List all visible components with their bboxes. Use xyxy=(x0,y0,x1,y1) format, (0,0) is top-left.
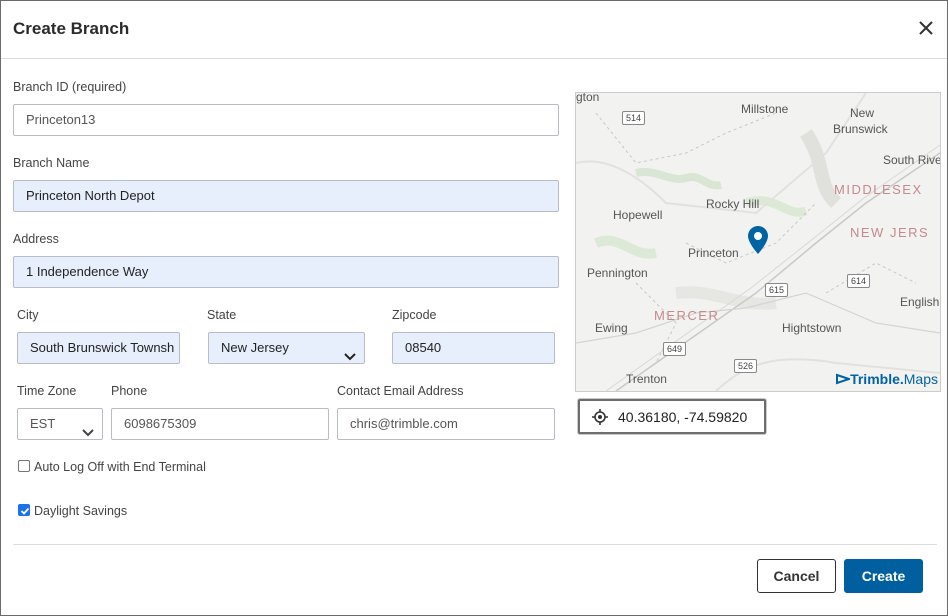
city-input[interactable]: South Brunswick Townsh xyxy=(17,332,180,364)
auto-log-off-label: Auto Log Off with End Terminal xyxy=(34,460,206,474)
map-label-millstone: Millstone xyxy=(741,102,789,116)
state-select[interactable]: New Jersey xyxy=(208,332,365,364)
map-label-english: English xyxy=(900,295,940,309)
cancel-button[interactable]: Cancel xyxy=(757,559,836,593)
branch-name-label: Branch Name xyxy=(13,156,90,170)
coordinates-value: 40.36180, -74.59820 xyxy=(618,409,748,425)
map-label-new-jersey: NEW JERS xyxy=(850,225,930,240)
trimble-maps-logo: Trimble.Maps xyxy=(836,371,938,387)
map-label-princeton: Princeton xyxy=(688,246,739,260)
map-label-hightstown: Hightstown xyxy=(782,321,842,335)
time-zone-select[interactable]: EST xyxy=(17,408,103,440)
city-label: City xyxy=(17,308,39,322)
dialog-header: Create Branch xyxy=(1,1,947,59)
email-label: Contact Email Address xyxy=(337,384,464,398)
state-select-value: New Jersey xyxy=(221,340,289,355)
address-label: Address xyxy=(13,232,59,246)
branch-name-input[interactable]: Princeton North Depot xyxy=(13,180,559,212)
branch-id-input[interactable]: Princeton13 xyxy=(13,104,559,136)
phone-label: Phone xyxy=(111,384,148,398)
map-label-mercer: MERCER xyxy=(654,308,720,323)
route-shield-514: 514 xyxy=(622,111,646,125)
create-branch-dialog: Create Branch Branch ID (required) Princ… xyxy=(0,0,948,616)
dialog-title: Create Branch xyxy=(13,19,130,38)
zipcode-label: Zipcode xyxy=(392,308,437,322)
chevron-down-icon xyxy=(82,419,94,437)
route-shield-526: 526 xyxy=(734,359,758,373)
map-label-gton: gton xyxy=(576,92,600,104)
map-label-south-river: South River xyxy=(883,153,941,167)
create-button[interactable]: Create xyxy=(844,559,923,593)
map-label-pennington: Pennington xyxy=(587,266,648,280)
location-pin-icon[interactable] xyxy=(748,226,768,257)
check-icon xyxy=(20,507,30,515)
map-label-trenton: Trenton xyxy=(626,372,667,386)
chevron-down-icon xyxy=(344,343,356,361)
route-shield-649: 649 xyxy=(663,342,687,356)
footer-divider xyxy=(13,544,937,545)
map-view[interactable]: gton Millstone New Brunswick South River… xyxy=(575,92,941,392)
phone-input[interactable]: 6098675309 xyxy=(111,408,329,440)
state-label: State xyxy=(207,308,237,322)
map-label-brunswick: Brunswick xyxy=(833,122,888,136)
time-zone-select-value: EST xyxy=(30,416,56,431)
branch-id-label: Branch ID (required) xyxy=(13,80,127,94)
coordinates-field[interactable]: 40.36180, -74.59820 xyxy=(578,399,766,434)
email-input[interactable]: chris@trimble.com xyxy=(337,408,555,440)
daylight-savings-checkbox[interactable] xyxy=(18,504,30,516)
time-zone-label: Time Zone xyxy=(17,384,77,398)
map-label-hopewell: Hopewell xyxy=(613,208,663,222)
locate-target-icon[interactable] xyxy=(592,409,608,428)
auto-log-off-checkbox[interactable] xyxy=(18,460,30,472)
close-icon[interactable] xyxy=(915,17,937,39)
route-shield-614: 614 xyxy=(847,274,871,288)
map-label-rocky-hill: Rocky Hill xyxy=(706,197,760,211)
address-input[interactable]: 1 Independence Way xyxy=(13,256,559,288)
daylight-savings-label: Daylight Savings xyxy=(34,504,128,518)
map-label-new: New xyxy=(850,106,875,120)
map-label-ewing: Ewing xyxy=(595,321,628,335)
map-label-middlesex: MIDDLESEX xyxy=(834,182,923,197)
route-shield-615: 615 xyxy=(765,283,789,297)
trimble-logo-icon xyxy=(836,373,853,385)
zipcode-input[interactable]: 08540 xyxy=(392,332,555,364)
